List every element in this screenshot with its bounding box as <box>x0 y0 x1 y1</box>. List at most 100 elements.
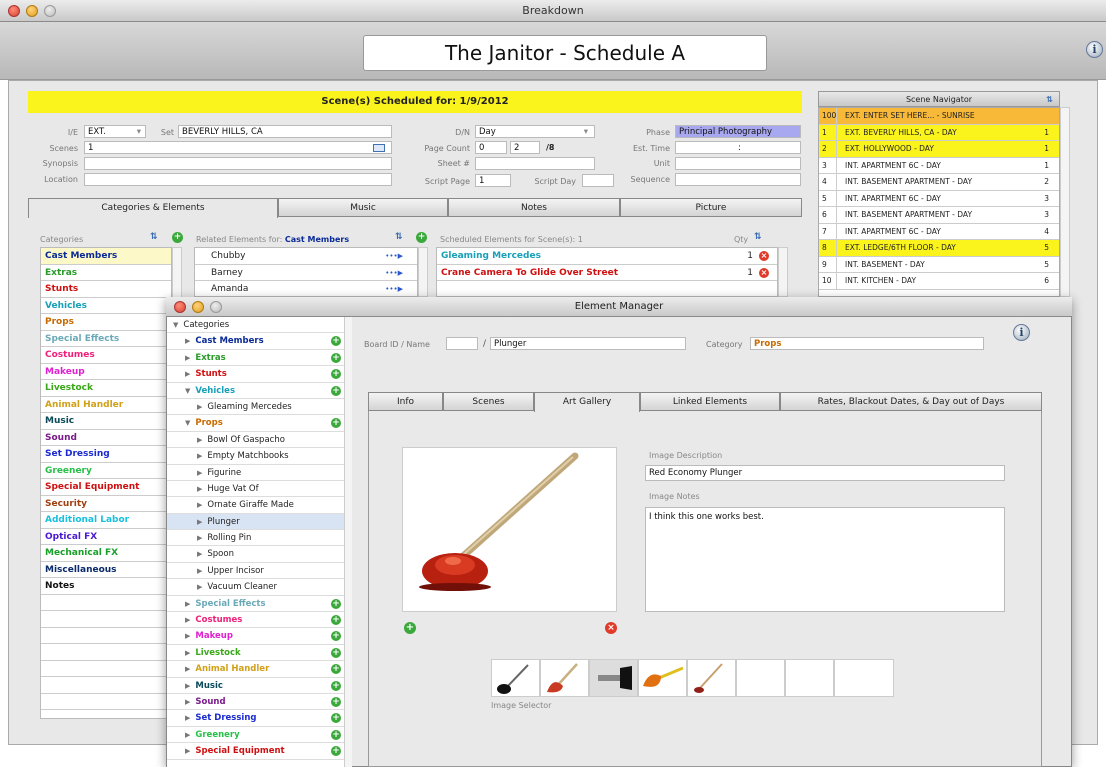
disclosure-closed-icon[interactable]: ▶ <box>185 649 190 657</box>
scene-row[interactable]: 7 INT. APARTMENT 6C - DAY 4 <box>819 223 1059 240</box>
remove-image-icon[interactable]: × <box>605 622 617 634</box>
info-icon[interactable]: i <box>1086 41 1103 58</box>
add-element-icon[interactable]: + <box>331 631 341 642</box>
category-item[interactable]: Notes <box>41 578 171 595</box>
tree-element-item[interactable]: ▶ Rolling Pin <box>167 530 347 547</box>
category-item[interactable]: Animal Handler <box>41 396 171 413</box>
tree-category-item[interactable]: ▶ Special Effects + <box>167 596 347 613</box>
category-item[interactable]: Extras <box>41 264 171 281</box>
close-window-button[interactable] <box>8 5 20 17</box>
thumbnail-empty[interactable] <box>736 659 785 697</box>
add-element-icon[interactable]: + <box>331 369 341 380</box>
category-item[interactable]: Security <box>41 495 171 512</box>
category-item[interactable]: Special Effects <box>41 330 171 347</box>
category-item[interactable]: Props <box>41 314 171 331</box>
tree-element-item[interactable]: ▶ Vacuum Cleaner <box>167 579 347 596</box>
move-arrow-icon[interactable]: •••▶ <box>385 265 403 281</box>
add-element-icon[interactable]: + <box>331 598 341 609</box>
tab-linked-elements[interactable]: Linked Elements <box>640 392 780 411</box>
thumbnail-1[interactable] <box>491 659 540 697</box>
tree-category-item[interactable]: ▶ Cast Members + <box>167 333 347 350</box>
disclosure-open-icon[interactable]: ▼ <box>185 419 190 427</box>
category-item[interactable]: Vehicles <box>41 297 171 314</box>
disclosure-closed-icon[interactable]: ▶ <box>185 731 190 739</box>
zoom-window-button[interactable] <box>210 301 222 313</box>
add-element-icon[interactable]: + <box>331 729 341 740</box>
tree-element-item[interactable]: ▶ Empty Matchbooks <box>167 448 347 465</box>
category-item[interactable]: Livestock <box>41 380 171 397</box>
move-arrow-icon[interactable]: •••▶ <box>385 248 403 264</box>
scene-picker-icon[interactable] <box>373 144 385 152</box>
tab-scenes[interactable]: Scenes <box>443 392 534 411</box>
remove-icon[interactable]: × <box>759 267 769 278</box>
navigator-scrollbar[interactable] <box>1060 107 1070 297</box>
tree-category-item[interactable]: ▶ Costumes + <box>167 612 347 629</box>
related-element-item[interactable]: Amanda •••▶ <box>195 281 417 296</box>
element-name-field[interactable]: Plunger <box>490 337 686 350</box>
tab-picture[interactable]: Picture <box>620 198 802 217</box>
category-item[interactable]: Sound <box>41 429 171 446</box>
scheduled-element-item[interactable]: Crane Camera To Glide Over Street 1 × <box>437 264 777 281</box>
add-element-icon[interactable]: + <box>331 664 341 675</box>
add-element-icon[interactable]: + <box>331 352 341 363</box>
add-element-icon[interactable]: + <box>331 418 341 429</box>
add-category-icon[interactable]: + <box>172 232 183 243</box>
phase-field[interactable]: Principal Photography <box>675 125 801 138</box>
tree-category-item[interactable]: ▶ Greenery + <box>167 727 347 744</box>
scene-row[interactable]: 2 EXT. HOLLYWOOD - DAY 1 <box>819 141 1059 158</box>
disclosure-closed-icon[interactable]: ▶ <box>197 567 202 575</box>
move-arrow-icon[interactable]: •••▶ <box>385 281 403 296</box>
page-count-eighths[interactable]: 2 <box>510 141 540 154</box>
tree-category-item[interactable]: ▼ Vehicles + <box>167 383 347 399</box>
tree-category-item[interactable]: ▶ Stunts + <box>167 366 347 383</box>
tab-categories-elements[interactable]: Categories & Elements <box>28 198 278 218</box>
tree-category-item[interactable]: ▶ Set Dressing + <box>167 710 347 727</box>
disclosure-closed-icon[interactable]: ▶ <box>185 600 190 608</box>
category-item[interactable]: Mechanical FX <box>41 545 171 562</box>
sort-icon[interactable]: ⇅ <box>150 232 158 242</box>
page-count-pages[interactable]: 0 <box>475 141 507 154</box>
disclosure-closed-icon[interactable]: ▶ <box>185 354 190 362</box>
add-element-icon[interactable]: + <box>331 336 341 347</box>
sort-icon[interactable]: ⇅ <box>1046 92 1053 107</box>
tab-art-gallery[interactable]: Art Gallery <box>534 392 640 412</box>
minimize-window-button[interactable] <box>192 301 204 313</box>
tree-element-item[interactable]: ▶ Huge Vat Of <box>167 481 347 498</box>
disclosure-closed-icon[interactable]: ▶ <box>185 665 190 673</box>
thumbnail-2[interactable] <box>540 659 589 697</box>
sequence-field[interactable] <box>675 173 801 186</box>
est-time-field[interactable]: : <box>675 141 801 154</box>
disclosure-closed-icon[interactable]: ▶ <box>197 550 202 558</box>
disclosure-closed-icon[interactable]: ▶ <box>197 583 202 591</box>
scene-row[interactable]: 4 INT. BASEMENT APARTMENT - DAY 2 <box>819 174 1059 191</box>
category-item[interactable]: Cast Members <box>41 248 171 265</box>
ie-select[interactable]: EXT. ▾ <box>84 125 146 138</box>
close-window-button[interactable] <box>174 301 186 313</box>
tab-music[interactable]: Music <box>278 198 448 217</box>
image-description-field[interactable]: Red Economy Plunger <box>645 465 1005 481</box>
disclosure-closed-icon[interactable]: ▶ <box>197 534 202 542</box>
remove-icon[interactable]: × <box>759 251 769 261</box>
thumbnail-empty[interactable] <box>834 659 894 697</box>
add-element-icon[interactable]: + <box>331 696 341 707</box>
tree-category-item[interactable]: ▶ Livestock + <box>167 645 347 662</box>
sheet-field[interactable] <box>475 157 595 170</box>
disclosure-closed-icon[interactable]: ▶ <box>185 337 190 345</box>
disclosure-open-icon[interactable]: ▼ <box>173 321 178 329</box>
tree-element-item[interactable]: ▶ Plunger <box>167 513 347 531</box>
category-item[interactable]: Music <box>41 413 171 430</box>
thumbnail-5[interactable] <box>687 659 736 697</box>
scene-row[interactable]: 5 INT. APARTMENT 6C - DAY 3 <box>819 190 1059 207</box>
disclosure-closed-icon[interactable]: ▶ <box>197 436 202 444</box>
scene-row[interactable]: 1 EXT. BEVERLY HILLS, CA - DAY 1 <box>819 124 1059 141</box>
tree-scrollbar[interactable] <box>344 317 352 767</box>
disclosure-closed-icon[interactable]: ▶ <box>185 370 190 378</box>
scene-row[interactable]: 8 EXT. LEDGE/6TH FLOOR - DAY 5 <box>819 240 1059 257</box>
disclosure-closed-icon[interactable]: ▶ <box>185 682 190 690</box>
disclosure-open-icon[interactable]: ▼ <box>185 387 190 395</box>
add-element-icon[interactable]: + <box>331 746 341 757</box>
disclosure-closed-icon[interactable]: ▶ <box>185 747 190 755</box>
unit-field[interactable] <box>675 157 801 170</box>
thumbnail-4[interactable] <box>638 659 687 697</box>
scene-row[interactable]: 6 INT. BASEMENT APARTMENT - DAY 3 <box>819 207 1059 224</box>
